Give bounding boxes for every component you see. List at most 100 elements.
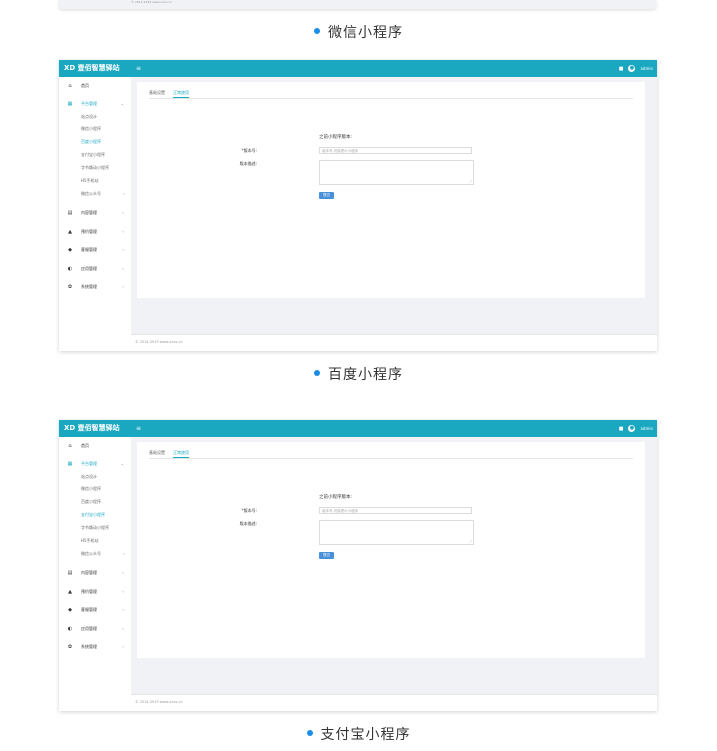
sidebar-sub-official[interactable]: 微信公众号 › (81, 551, 127, 557)
sidebar-item-service[interactable]: ◆ 客服管理 › (66, 246, 128, 254)
submit-button[interactable]: 提交 (319, 192, 334, 199)
sidebar-sub-wechat[interactable]: 微信小程序 (81, 126, 127, 132)
chevron-right-icon: › (122, 284, 124, 289)
file-icon: ▤ (67, 210, 73, 216)
site-logo[interactable]: XD 壹佰智慧驿站 (64, 64, 120, 73)
header-user-area: ■ ● admin (619, 424, 653, 433)
avatar[interactable]: ● (628, 425, 636, 432)
sidebar-item-booking[interactable]: ▲ 预约管理 › (66, 228, 128, 236)
version-input[interactable]: 版本号,切换提示小程序 (319, 507, 472, 514)
description-label: 版本描述: (239, 521, 257, 526)
sidebar-item-platform[interactable]: ▦ 平台管理 ⌄ (66, 100, 128, 108)
version-input[interactable]: 版本号,切换提示小程序 (319, 147, 472, 154)
tab-normal-use[interactable]: 正常使用 (173, 448, 189, 458)
avatar[interactable]: ● (628, 65, 636, 72)
sidebar-sub-baidu[interactable]: 百度小程序 (81, 499, 127, 505)
sidebar-item-system[interactable]: ✿ 系统管理 › (66, 643, 128, 651)
notification-icon[interactable]: ■ (619, 66, 624, 72)
gear-icon: ✿ (67, 644, 73, 650)
previous-version-label: 之前小程序版本: (319, 495, 353, 500)
sidebar: ⌂ 首页 ▦ 平台管理 ⌄ 站点设计 微信小程序 百度小程序 支付宝小程序 字节跳动小… (59, 437, 131, 711)
previous-version-label: 之前小程序版本: (319, 135, 353, 140)
version-label: *版本号: (241, 148, 257, 153)
username[interactable]: admin (640, 66, 653, 71)
sidebar-item-content[interactable]: ▤ 内容管理 › (66, 209, 128, 217)
sidebar-item-home[interactable]: ⌂ 首页 (66, 82, 128, 90)
tab-basic-settings[interactable]: 基础设置 (149, 88, 165, 97)
sidebar-sub-bytedance[interactable]: 字节跳动小程序 (81, 525, 127, 531)
sidebar-sub-site-design[interactable]: 站点设计 (81, 114, 127, 120)
chevron-right-icon: › (122, 247, 124, 252)
resize-grip-icon[interactable]: ⟋ (469, 180, 472, 184)
description-textarea[interactable]: ⟋ (319, 520, 474, 545)
users-icon: ◆ (68, 607, 72, 613)
admin-screenshot-baidu: XD 壹佰智慧驿站 ≡ ■ ● admin ⌂ 首页 ▦ 平台管理 ⌄ 站点设计 微信… (59, 60, 657, 351)
description-textarea[interactable]: ⟋ (319, 160, 474, 185)
tab-bar: 基础设置 正常使用 (149, 88, 633, 99)
sidebar-sub-bytedance[interactable]: 字节跳动小程序 (81, 165, 127, 171)
chevron-down-icon: ⌄ (120, 101, 124, 106)
gear-icon: ✿ (67, 284, 73, 290)
menu-toggle-icon[interactable]: ≡ (136, 65, 141, 72)
sidebar-item-platform[interactable]: ▦ 平台管理 ⌄ (66, 460, 128, 468)
site-logo[interactable]: XD 壹佰智慧驿站 (64, 424, 120, 433)
notification-icon[interactable]: ■ (619, 426, 624, 432)
top-header: XD 壹佰智慧驿站 ≡ ■ ● admin (59, 420, 657, 437)
caption-alipay: 支付宝小程序 (0, 724, 717, 744)
chevron-right-icon: › (123, 551, 125, 556)
sidebar-sub-h5[interactable]: H5手机站 (81, 538, 127, 544)
sidebar-item-system[interactable]: ✿ 系统管理 › (66, 283, 128, 291)
home-icon: ⌂ (68, 443, 72, 449)
sidebar-sub-alipay[interactable]: 支付宝小程序 (81, 152, 127, 158)
sidebar-item-booking[interactable]: ▲ 预约管理 › (66, 588, 128, 596)
bell-icon: ▲ (68, 589, 72, 595)
caption-baidu: 百度小程序 (0, 364, 717, 384)
caption-wechat: 微信小程序 (0, 22, 717, 42)
chevron-right-icon: › (122, 210, 124, 215)
sidebar-sub-alipay[interactable]: 支付宝小程序 (81, 512, 127, 518)
bullet-icon (306, 730, 313, 736)
header-user-area: ■ ● admin (619, 64, 653, 73)
admin-screenshot-alipay: XD 壹佰智慧驿站 ≡ ■ ● admin ⌂ 首页 ▦ 平台管理 ⌄ 站点设计 微信… (59, 420, 657, 711)
chevron-down-icon: ⌄ (120, 461, 124, 466)
bell-icon: ▲ (68, 229, 72, 235)
users-icon: ◆ (68, 247, 72, 253)
chevron-right-icon: › (122, 570, 124, 575)
resize-grip-icon[interactable]: ⟋ (469, 540, 472, 544)
bullet-icon (314, 370, 320, 376)
sidebar-item-apps[interactable]: ◐ 应用管理 › (66, 625, 128, 633)
username[interactable]: admin (640, 426, 653, 431)
sidebar-item-service[interactable]: ◆ 客服管理 › (66, 606, 128, 614)
description-label: 版本描述: (239, 161, 257, 166)
sidebar-sub-site-design[interactable]: 站点设计 (81, 474, 127, 480)
tab-normal-use[interactable]: 正常使用 (173, 88, 189, 98)
sidebar-item-content[interactable]: ▤ 内容管理 › (66, 569, 128, 577)
tab-bar: 基础设置 正常使用 (149, 448, 633, 459)
top-header: XD 壹佰智慧驿站 ≡ ■ ● admin (59, 60, 657, 77)
chevron-right-icon: › (122, 266, 124, 271)
menu-toggle-icon[interactable]: ≡ (136, 425, 141, 432)
top-footer-text: © 2014-2019 www.xxxx.cn (131, 0, 172, 4)
sidebar-item-home[interactable]: ⌂ 首页 (66, 442, 128, 450)
grid-icon: ▦ (67, 461, 73, 467)
sidebar-item-apps[interactable]: ◐ 应用管理 › (66, 265, 128, 273)
top-partial-screenshot: © 2014-2019 www.xxxx.cn (59, 0, 656, 9)
page-footer: © 2014-2019 www.xxxx.cn (131, 694, 657, 711)
chevron-right-icon: › (122, 229, 124, 234)
page-footer: © 2014-2019 www.xxxx.cn (131, 334, 657, 351)
home-icon: ⌂ (68, 83, 72, 89)
grid-icon: ▦ (67, 101, 73, 107)
tab-basic-settings[interactable]: 基础设置 (149, 448, 165, 457)
cube-icon: ◐ (67, 266, 73, 272)
chevron-right-icon: › (123, 191, 125, 196)
content-panel: 基础设置 正常使用 之前小程序版本: *版本号: 版本号,切换提示小程序 版本描… (137, 442, 645, 658)
chevron-right-icon: › (122, 626, 124, 631)
sidebar-sub-baidu[interactable]: 百度小程序 (81, 139, 127, 145)
chevron-right-icon: › (122, 644, 124, 649)
sidebar-sub-h5[interactable]: H5手机站 (81, 178, 127, 184)
chevron-right-icon: › (122, 589, 124, 594)
sidebar-sub-official[interactable]: 微信公众号 › (81, 191, 127, 197)
sidebar-sub-wechat[interactable]: 微信小程序 (81, 486, 127, 492)
content-panel: 基础设置 正常使用 之前小程序版本: *版本号: 版本号,切换提示小程序 版本描… (137, 82, 645, 298)
submit-button[interactable]: 提交 (319, 552, 334, 559)
